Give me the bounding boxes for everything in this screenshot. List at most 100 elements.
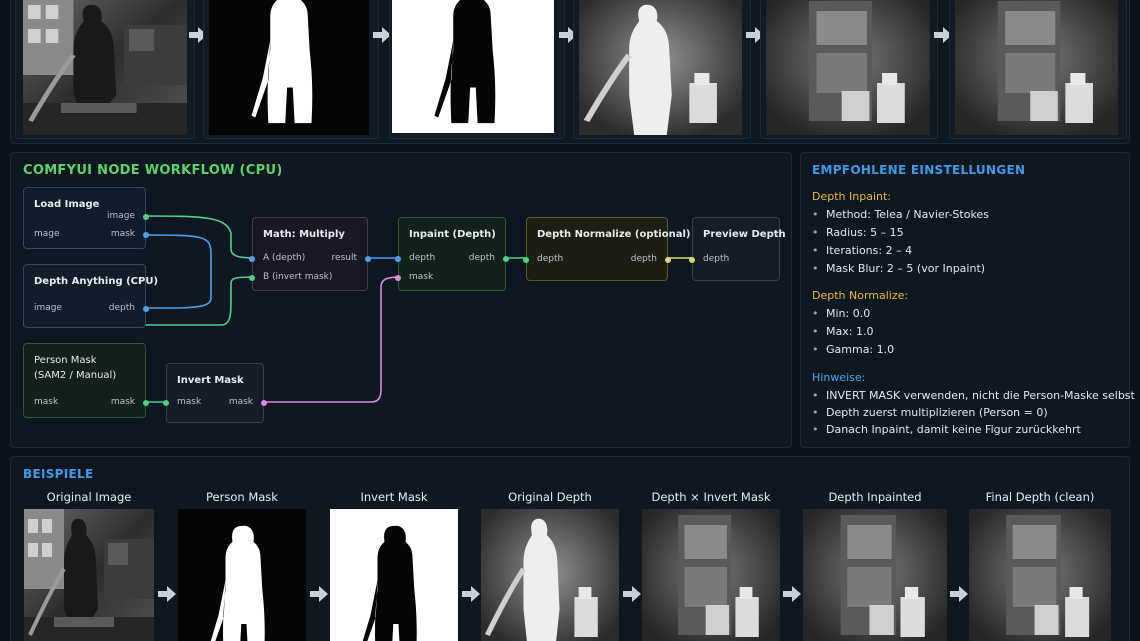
bullet: • (812, 226, 819, 239)
node-person-mask[interactable]: Person Mask (SAM2 / Manual) mask mask (23, 343, 149, 418)
bullet: • (812, 244, 819, 257)
bullet: • (812, 208, 819, 221)
input-port-dot[interactable] (163, 400, 169, 406)
node-title: Person Mask (34, 355, 97, 366)
port-label: depth (630, 254, 657, 264)
preview-invert-mask (392, 0, 554, 133)
arrow-icon (310, 586, 328, 602)
port-label: B (invert mask) (263, 272, 333, 282)
settings-item: • Iterations: 2 – 4 (812, 244, 913, 257)
example-original-image (24, 509, 154, 641)
example-label: Depth × Invert Mask (651, 490, 771, 504)
output-port-dot[interactable] (365, 256, 371, 262)
example-depth-multiplied (642, 509, 780, 641)
examples-panel: BEISPIELE Original Image Person Mask Inv… (10, 456, 1130, 641)
link-load-mask (141, 234, 212, 309)
example-original-depth (481, 509, 619, 641)
input-port-dot[interactable] (395, 275, 401, 281)
input-port-dot[interactable] (395, 256, 401, 262)
preview-depth-multiplied (766, 0, 930, 135)
settings-item: • Depth zuerst multiplizieren (Person = 0… (812, 406, 1048, 419)
bullet: • (812, 343, 819, 356)
output-port-dot[interactable] (503, 256, 509, 262)
example-label: Original Image (46, 490, 132, 504)
output-port-dot[interactable] (665, 257, 671, 263)
port-label: mask (409, 272, 434, 282)
output-port-dot[interactable] (143, 400, 149, 406)
bullet: • (812, 325, 819, 338)
port-label: depth (468, 253, 495, 263)
settings-item: • Mask Blur: 2 – 5 (vor Inpaint) (812, 262, 986, 275)
node-depth-normalize[interactable]: Depth Normalize (optional) depth depth (523, 217, 690, 281)
example-label: Person Mask (206, 490, 278, 504)
example-label: Original Depth (508, 490, 592, 504)
node-invert-mask[interactable]: Invert Mask mask mask (163, 363, 267, 423)
port-label: depth (409, 253, 436, 263)
output-port-dot[interactable] (143, 232, 149, 238)
settings-item: • Radius: 5 – 15 (812, 226, 904, 239)
node-title: Invert Mask (177, 375, 244, 386)
port-label: mask (34, 397, 59, 407)
port-label: mask (228, 397, 253, 407)
node-title: Depth Normalize (optional) (537, 229, 691, 240)
arrow-icon (158, 586, 176, 602)
input-port-dot[interactable] (249, 256, 255, 262)
port-label: A (depth) (263, 253, 306, 263)
port-label: depth (108, 303, 135, 313)
bullet: • (812, 406, 819, 419)
settings-heading-normalize: Depth Normalize: (812, 289, 909, 302)
pipeline-preview-strip (10, 0, 1130, 144)
bullet: • (812, 423, 819, 436)
node-math-multiply[interactable]: Math: Multiply A (depth) result B (inver… (249, 217, 371, 291)
output-port-dot[interactable] (261, 400, 267, 406)
node-load-image[interactable]: Load Image image mage mask (23, 187, 149, 249)
preview-original-depth (579, 0, 742, 135)
node-subtitle: (SAM2 / Manual) (34, 370, 117, 381)
node-title: Load Image (34, 199, 100, 210)
port-label: result (331, 253, 357, 263)
node-inpaint-depth[interactable]: Inpaint (Depth) depth depth mask (395, 217, 509, 291)
output-port-dot[interactable] (143, 214, 149, 220)
preview-person-mask (209, 0, 369, 135)
arrow-icon (462, 586, 480, 602)
example-label: Depth Inpainted (828, 490, 922, 504)
input-port-dot[interactable] (249, 275, 255, 281)
example-person-mask (178, 509, 306, 641)
node-title: Preview Depth (703, 229, 786, 240)
arrow-icon (623, 586, 641, 602)
port-label: depth (537, 254, 564, 264)
settings-item: • Danach Inpaint, damit keine Figur zurüc… (812, 423, 1081, 436)
node-depth-anything[interactable]: Depth Anything (CPU) image depth (23, 264, 158, 328)
settings-item: • Min: 0.0 (812, 307, 871, 320)
port-label: mask (177, 397, 202, 407)
preview-original-image (23, 0, 187, 135)
example-label: Invert Mask (360, 490, 428, 504)
node-title: Depth Anything (CPU) (34, 276, 159, 287)
settings-title: EMPFOHLENE EINSTELLUNGEN (812, 163, 1026, 177)
port-label: mask (110, 229, 135, 239)
port-label: mage (34, 229, 60, 239)
arrow-icon (950, 586, 968, 602)
link-invert-to-inpaint (260, 276, 403, 403)
example-depth-inpainted (803, 509, 947, 641)
preview-final-depth (955, 0, 1118, 135)
example-label: Final Depth (clean) (985, 490, 1095, 504)
settings-item: • Gamma: 1.0 (812, 343, 895, 356)
settings-item: • Method: Telea / Navier-Stokes (812, 208, 989, 221)
settings-item: • INVERT MASK verwenden, nicht die Person… (812, 389, 1135, 402)
input-port-dot[interactable] (523, 257, 529, 263)
node-preview-depth[interactable]: Preview Depth depth (689, 217, 786, 281)
port-label: image (34, 303, 63, 313)
input-port-dot[interactable] (689, 257, 695, 263)
bullet: • (812, 389, 819, 402)
port-label: depth (703, 254, 730, 264)
output-port-dot[interactable] (143, 306, 149, 312)
bullet: • (812, 307, 819, 320)
node-workflow-panel: COMFYUI NODE WORKFLOW (CPU) Load Image i… (10, 152, 792, 448)
recommended-settings-panel: EMPFOHLENE EINSTELLUNGEN Depth Inpaint: … (800, 152, 1135, 448)
example-final-depth (969, 509, 1111, 641)
settings-heading-inpaint: Depth Inpaint: (812, 190, 891, 203)
node-title: Inpaint (Depth) (409, 229, 496, 240)
example-invert-mask (330, 509, 458, 641)
examples-title: BEISPIELE (23, 467, 94, 481)
